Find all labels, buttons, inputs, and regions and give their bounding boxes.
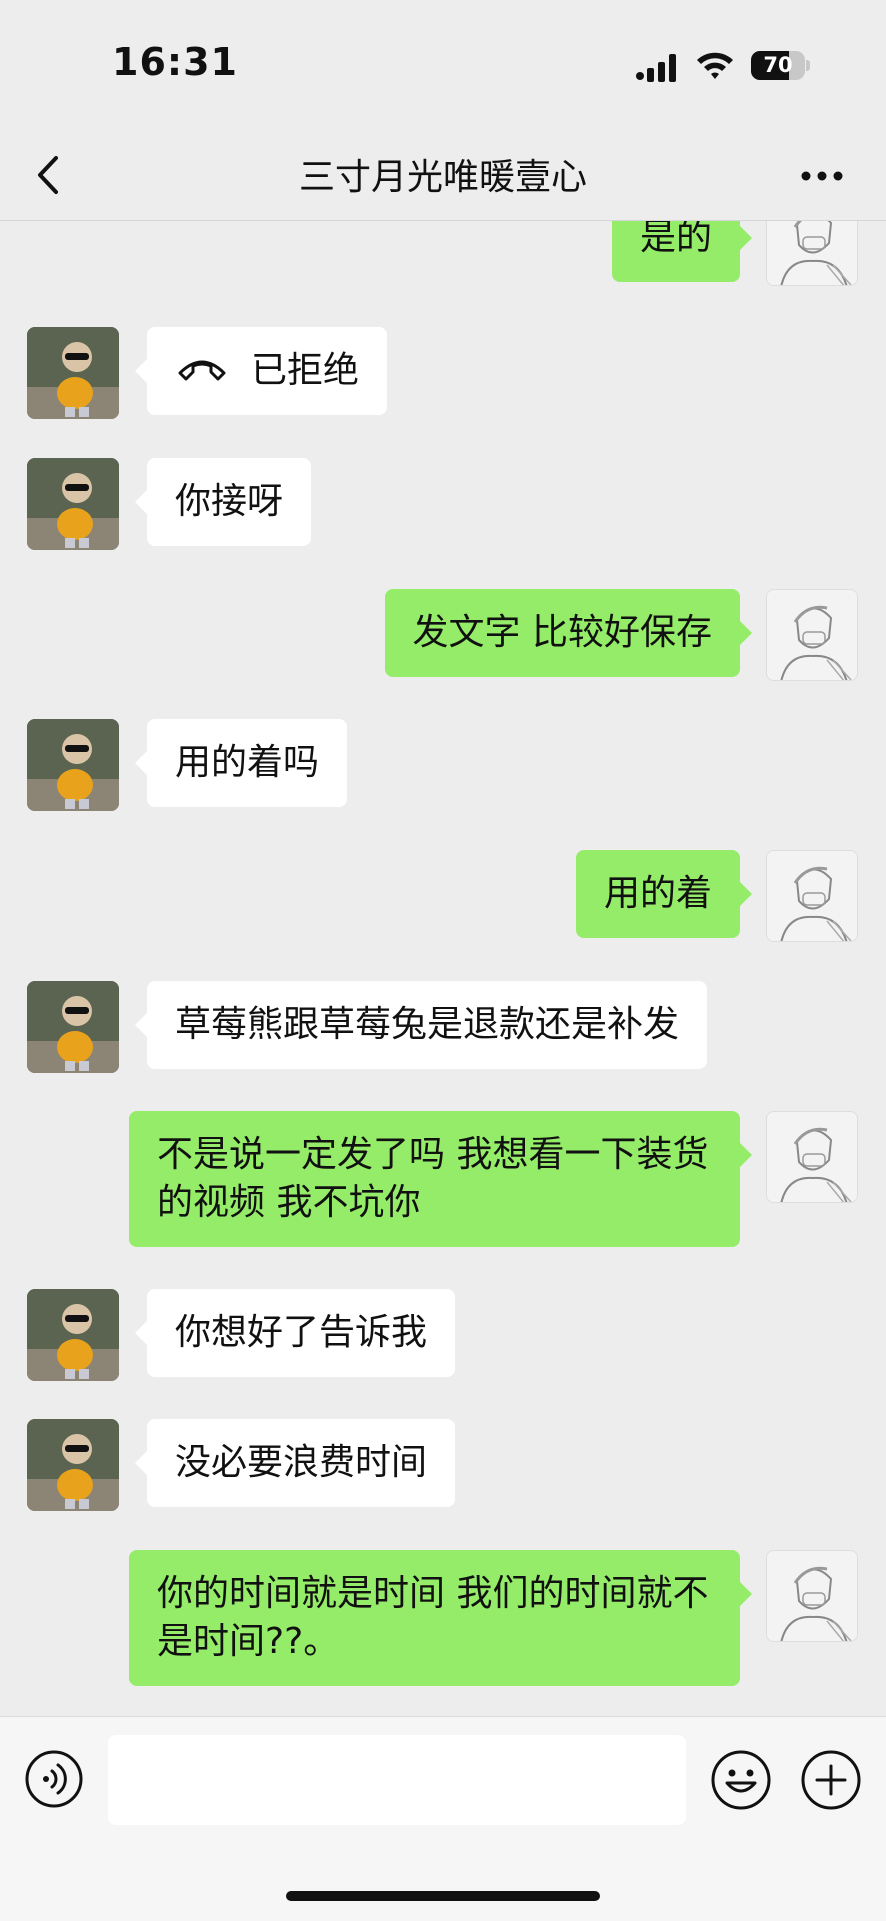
home-indicator [286,1891,600,1901]
cat-avatar-image [27,1419,119,1511]
avatar-self[interactable] [766,1111,858,1203]
sketch-avatar-image [767,221,857,285]
message-input[interactable] [108,1735,686,1825]
message-bubble-received[interactable]: 你接呀 [134,458,312,546]
status-time: 16:31 [112,40,238,84]
message-bubble-received[interactable]: 已拒绝 [134,327,388,415]
emoji-icon[interactable] [710,1749,772,1811]
avatar-self[interactable] [766,221,858,286]
sketch-avatar-image [767,851,857,941]
avatar-contact[interactable] [27,981,119,1073]
message-text: 用的着吗 [175,742,320,783]
message-bubble-received[interactable]: 你想好了告诉我 [134,1289,456,1377]
avatar-contact[interactable] [27,1419,119,1511]
sketch-avatar-image [767,1112,857,1202]
cat-avatar-image [27,458,119,550]
avatar-self[interactable] [766,850,858,942]
message-text: 是的 [639,221,712,258]
message-bubble-sent[interactable]: 你的时间就是时间 我们的时间就不是时间??。 [129,1550,752,1686]
message-text: 已拒绝 [251,350,360,391]
phone-hangup-icon [178,360,226,381]
voice-icon[interactable] [24,1749,84,1809]
sketch-avatar-image [767,1551,857,1641]
message-text: 不是说一定发了吗 我想看一下装货的视频 我不坑你 [157,1134,709,1223]
message-bubble-sent[interactable]: 是的 [611,221,753,282]
battery-icon: 70 [751,51,805,80]
sketch-avatar-image [767,590,857,680]
message-bubble-received[interactable]: 没必要浪费时间 [134,1419,456,1507]
chat-title: 三寸月光唯暖壹心 [298,157,587,198]
message-text: 没必要浪费时间 [175,1442,428,1483]
message-bubble-received[interactable]: 用的着吗 [134,719,348,807]
nav-bar: 三寸月光唯暖壹心 [0,130,886,221]
avatar-self[interactable] [766,1550,858,1642]
message-bubble-received[interactable]: 草莓熊跟草莓兔是退款还是补发 [134,981,708,1069]
chat-area[interactable]: 是的 已拒绝 你接呀 发文字 比较好保存 用的着吗 用的着 草莓熊跟草莓兔是退款… [0,221,886,1716]
avatar-contact[interactable] [27,719,119,811]
avatar-contact[interactable] [27,1289,119,1381]
cat-avatar-image [27,981,119,1073]
message-bubble-sent[interactable]: 不是说一定发了吗 我想看一下装货的视频 我不坑你 [129,1111,752,1247]
battery-tip [806,60,810,71]
message-text: 你想好了告诉我 [175,1312,428,1353]
message-text: 草莓熊跟草莓兔是退款还是补发 [175,1004,680,1045]
ellipsis-icon[interactable] [798,158,846,194]
wifi-icon [697,52,733,79]
status-bar: 16:31 70 [0,0,886,130]
input-bar [0,1716,886,1921]
avatar-contact[interactable] [27,327,119,419]
message-bubble-sent[interactable]: 用的着 [575,850,753,938]
message-text: 你接呀 [175,481,284,522]
signal-icon [636,54,676,82]
avatar-contact[interactable] [27,458,119,550]
cat-avatar-image [27,327,119,419]
battery-level: 70 [763,53,793,77]
message-bubble-sent[interactable]: 发文字 比较好保存 [384,589,753,677]
cat-avatar-image [27,719,119,811]
message-text: 发文字 比较好保存 [412,612,712,653]
cat-avatar-image [27,1289,119,1381]
message-text: 用的着 [603,873,712,914]
message-text: 你的时间就是时间 我们的时间就不是时间??。 [157,1573,709,1662]
avatar-self[interactable] [766,589,858,681]
plus-icon[interactable] [800,1749,862,1811]
